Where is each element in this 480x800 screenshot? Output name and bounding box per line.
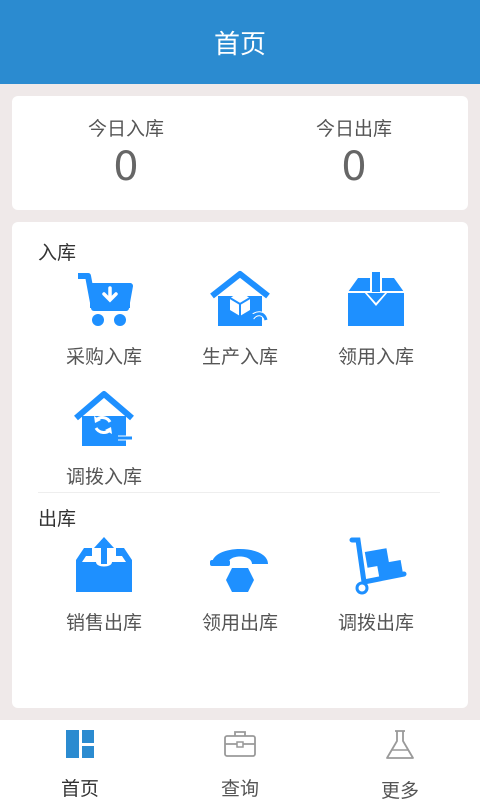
- stat-today-in[interactable]: 今日入库 0: [12, 96, 240, 210]
- warehouse-return-icon: [208, 268, 272, 332]
- house-transfer-icon: [72, 388, 136, 452]
- tile-label: 生产入库: [201, 346, 278, 368]
- bottom-tab-bar: 首页 查询 更多: [0, 720, 480, 800]
- page-title: 首页: [213, 29, 266, 60]
- tile-label: 销售出库: [65, 612, 142, 634]
- tile-production-in[interactable]: 生产入库: [170, 268, 310, 378]
- app-header: 首页: [0, 0, 480, 84]
- tile-requisition-in[interactable]: 领用入库: [306, 268, 446, 378]
- tile-requisition-out[interactable]: 领用出库: [170, 534, 310, 644]
- tab-label: 查询: [220, 778, 259, 800]
- tab-more[interactable]: 更多: [320, 720, 480, 800]
- stat-out-value: 0: [341, 144, 367, 190]
- dashboard-icon: [62, 728, 98, 760]
- tab-home[interactable]: 首页: [0, 720, 160, 800]
- tab-label: 首页: [60, 778, 99, 800]
- tile-transfer-out[interactable]: 调拨出库: [306, 534, 446, 644]
- tile-purchase-in[interactable]: 采购入库: [34, 268, 174, 378]
- stats-card: 今日入库 0 今日出库 0: [12, 96, 468, 210]
- section-divider: [38, 492, 440, 493]
- helmet-hex-icon: [208, 534, 272, 598]
- stat-out-label: 今日出库: [315, 118, 392, 140]
- stat-in-label: 今日入库: [87, 118, 164, 140]
- cart-download-icon: [72, 268, 136, 332]
- tile-label: 领用入库: [337, 346, 414, 368]
- box-download-icon: [344, 268, 408, 332]
- stat-today-out[interactable]: 今日出库 0: [240, 96, 468, 210]
- tile-label: 调拨出库: [337, 612, 414, 634]
- tile-label: 采购入库: [65, 346, 142, 368]
- tile-transfer-in[interactable]: 调拨入库: [34, 388, 174, 498]
- tile-label: 领用出库: [201, 612, 278, 634]
- tray-upload-icon: [72, 534, 136, 598]
- tab-query[interactable]: 查询: [160, 720, 320, 800]
- section-inbound-title: 入库: [38, 242, 77, 264]
- flask-icon: [382, 728, 418, 762]
- tab-label: 更多: [380, 780, 419, 800]
- briefcase-icon: [222, 728, 258, 760]
- tile-label: 调拨入库: [65, 466, 142, 488]
- handcart-icon: [344, 534, 408, 598]
- operations-panel: 入库 采购入库 生产入库 领用入库 调拨入库 出库 销售出库 领用出库 调拨出库: [12, 222, 468, 708]
- tile-sales-out[interactable]: 销售出库: [34, 534, 174, 644]
- section-outbound-title: 出库: [38, 508, 77, 530]
- stat-in-value: 0: [113, 144, 139, 190]
